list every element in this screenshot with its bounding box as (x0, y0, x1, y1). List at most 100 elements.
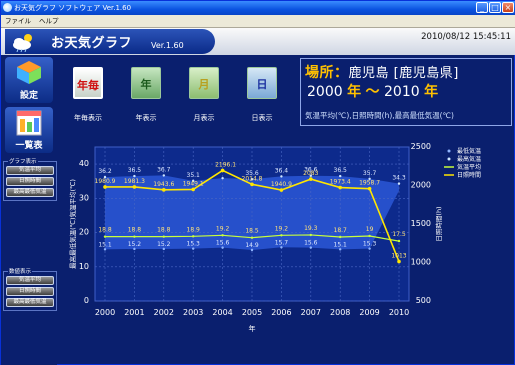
series-2-point-4 (221, 234, 224, 237)
numeric-minmax-temp-button[interactable]: 最高最低気温 (6, 298, 54, 307)
series-2-point-7 (309, 233, 312, 237)
legend-item-3: 日照時間 (457, 171, 481, 179)
series-1-label-1: 15.2 (128, 241, 142, 248)
app-name: お天気グラフ (51, 36, 133, 51)
series-0-point-2 (162, 174, 165, 177)
yearly-each-icon-text: 年毎 (77, 79, 99, 92)
series-0-label-1: 36.5 (128, 167, 142, 174)
series-2-label-4: 19.2 (216, 225, 230, 232)
app-logo-bar: お天気グラフ Ver.1.60 (5, 29, 215, 54)
x-tick-2002: 2002 (154, 308, 174, 317)
series-1-point-6 (280, 246, 283, 249)
y-tick-0: 0 (84, 296, 89, 305)
day-icon-text: 日 (256, 78, 268, 91)
series-3-point-1 (132, 185, 137, 189)
menu-help[interactable]: ヘルプ (35, 15, 63, 28)
series-1-label-9: 15.3 (363, 241, 377, 248)
series-3-point-9 (367, 186, 372, 191)
x-tick-2005: 2005 (242, 308, 262, 317)
minimize-button[interactable]: _ (476, 2, 488, 13)
series-2-point-10 (397, 239, 401, 243)
month-icon-text: 月 (198, 78, 210, 91)
current-datetime: 2010/08/12 15:45:11 (421, 32, 511, 42)
location-line: 場所：鹿児島 [鹿児島県] (305, 62, 459, 82)
series-2-label-3: 18.9 (187, 226, 201, 233)
series-3-point-7 (309, 177, 313, 181)
series-0-point-1 (133, 174, 136, 178)
location-info-panel: 場所：鹿児島 [鹿児島県] 2000 年 ～ 2010 年 気温平均(℃),日照… (300, 58, 512, 126)
series-3-point-2 (162, 188, 166, 192)
series-1-label-2: 15.2 (157, 241, 171, 248)
menu-bar: ファイル ヘルプ (1, 15, 515, 28)
graph-display-group: グラフ表示 気温平均 日照時間 最高最低気温 (3, 157, 57, 201)
legend-item-1: 最高気温 (457, 155, 481, 163)
x-tick-2000: 2000 (95, 308, 115, 317)
range-end: 2010 (384, 84, 420, 100)
calendar-day-icon: 日 (247, 67, 277, 99)
title-bar[interactable]: お天気グラフ ソフトウェア Ver.1.60 _ □ × (1, 1, 515, 15)
series-2-point-3 (192, 235, 195, 238)
series-1-point-3 (192, 247, 195, 250)
series-3-label-1: 1981.3 (124, 178, 145, 185)
year-icon-text: 年 (140, 78, 152, 91)
y-tick-10: 10 (79, 262, 89, 271)
numeric-sunshine-button[interactable]: 日照時間 (6, 287, 54, 296)
range-end-unit: 年 (424, 84, 439, 100)
weather-cloud-icon (13, 34, 32, 52)
series-3-point-6 (279, 188, 284, 192)
series-3-label-9: 1958.7 (359, 180, 380, 187)
numeric-display-group: 数値表示 気温平均 日照時間 最高最低気温 (3, 267, 57, 311)
y2-tick-1500: 1500 (411, 219, 431, 228)
numeric-display-title: 数値表示 (8, 267, 33, 275)
graph-sunshine-button[interactable]: 日照時間 (6, 177, 54, 186)
list-view-label: 一覧表 (15, 141, 43, 151)
series-3-label-3: 1949.1 (183, 180, 204, 187)
series-1-point-5 (250, 248, 254, 252)
series-3-label-5: 2014.8 (242, 175, 263, 182)
settings-cube-icon (17, 61, 41, 84)
y2-tick-500: 500 (416, 296, 431, 305)
y-tick-40: 40 (79, 159, 89, 168)
app-version: Ver.1.60 (151, 41, 184, 50)
x-tick-2006: 2006 (271, 308, 291, 317)
range-start-unit: 年 (347, 84, 362, 100)
series-2-point-9 (368, 234, 371, 238)
series-0-point-10 (397, 182, 401, 185)
day-view-button[interactable]: 日 日表示 (235, 65, 289, 125)
range-tilde: ～ (365, 84, 380, 100)
close-button[interactable]: × (502, 2, 514, 13)
series-1-point-1 (133, 247, 136, 251)
series-3-label-2: 1943.6 (153, 181, 174, 188)
month-view-button[interactable]: 月 月表示 (177, 65, 231, 125)
graph-avg-temp-button[interactable]: 気温平均 (6, 166, 54, 175)
menu-file[interactable]: ファイル (1, 15, 35, 28)
series-1-label-7: 15.6 (304, 240, 318, 247)
graph-minmax-temp-button[interactable]: 最高最低気温 (6, 188, 54, 197)
series-0-label-9: 35.7 (363, 170, 377, 177)
list-view-button[interactable]: 一覧表 (5, 107, 53, 153)
y2-tick-1000: 1000 (411, 258, 431, 267)
maximize-button[interactable]: □ (489, 2, 501, 13)
y2-tick-2000: 2000 (411, 181, 431, 190)
series-2-label-0: 18.8 (98, 227, 112, 234)
settings-button[interactable]: 設定 (5, 57, 53, 103)
series-1-point-9 (368, 247, 371, 250)
year-view-label: 年表示 (135, 114, 157, 122)
numeric-avg-temp-button[interactable]: 気温平均 (6, 276, 54, 285)
day-view-label: 日表示 (251, 114, 273, 122)
weather-chart: 0 10 20 30 40 500 1000 1500 2000 2500 2000 2001 2002… (68, 142, 481, 333)
series-1-point-8 (339, 248, 342, 251)
series-3-point-0 (103, 185, 107, 189)
series-3-label-10: 1013 (391, 252, 406, 259)
year-view-button[interactable]: 年 年表示 (119, 65, 173, 125)
series-1-point-0 (103, 248, 107, 251)
series-2-point-1 (133, 235, 136, 238)
app-header: お天気グラフ Ver.1.60 2010/08/12 15:45:11 (1, 28, 515, 55)
series-3-point-5 (250, 182, 254, 187)
series-1-point-7 (309, 246, 312, 249)
series-2-label-1: 18.8 (128, 227, 142, 234)
sidebar: 設定 一覧表 グラフ表示 気温平均 日照時間 最高最低気温 数値表示 気温平均 … (1, 55, 57, 365)
legend-item-0: 最低気温 (457, 147, 481, 155)
series-3-label-7: 2083 (303, 170, 318, 177)
yearly-each-button[interactable]: 年毎 年毎表示 (61, 65, 115, 125)
